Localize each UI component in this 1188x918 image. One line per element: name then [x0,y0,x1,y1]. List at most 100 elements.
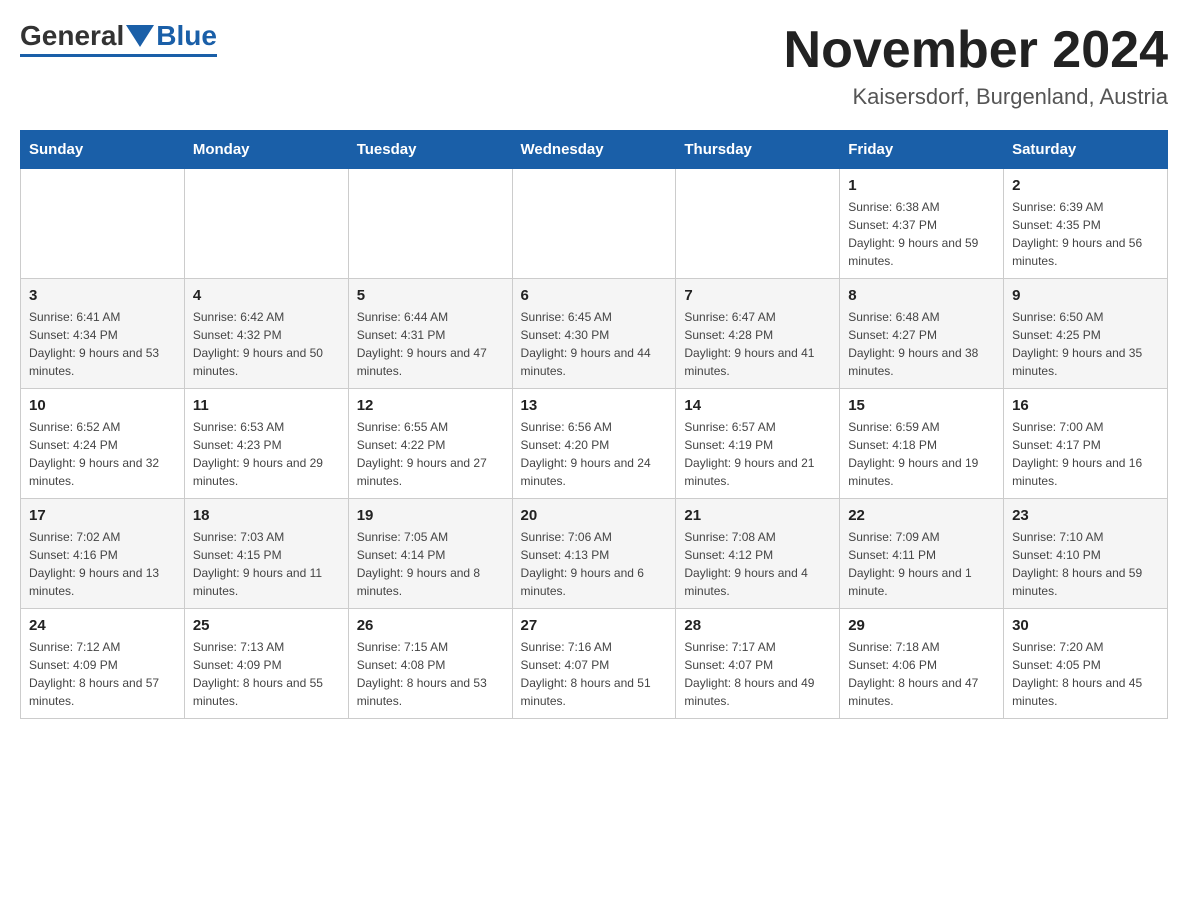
day-number: 8 [848,287,995,304]
header-thursday: Thursday [676,131,840,169]
day-info: Sunrise: 7:05 AMSunset: 4:14 PMDaylight:… [357,528,504,600]
calendar-cell-w2-d3: 6 Sunrise: 6:45 AMSunset: 4:30 PMDaylight… [512,279,676,389]
day-number: 26 [357,617,504,634]
calendar-cell-w5-d0: 24Sunrise: 7:12 AMSunset: 4:09 PMDayligh… [21,609,185,719]
header-friday: Friday [840,131,1004,169]
day-info: Sunrise: 6:44 AMSunset: 4:31 PMDaylight:… [357,308,504,380]
calendar-cell-w3-d0: 10Sunrise: 6:52 AMSunset: 4:24 PMDayligh… [21,389,185,499]
day-number: 18 [193,507,340,524]
day-info: Sunrise: 7:10 AMSunset: 4:10 PMDaylight:… [1012,528,1159,600]
day-info: Sunrise: 7:16 AMSunset: 4:07 PMDaylight:… [521,638,668,710]
day-number: 14 [684,397,831,414]
day-info: Sunrise: 6:47 AMSunset: 4:28 PMDaylight:… [684,308,831,380]
calendar-cell-w2-d0: 3Sunrise: 6:41 AMSunset: 4:34 PMDaylight… [21,279,185,389]
calendar-cell-w2-d5: 8 Sunrise: 6:48 AMSunset: 4:27 PMDaylight… [840,279,1004,389]
calendar-cell-w2-d4: 7 Sunrise: 6:47 AMSunset: 4:28 PMDaylight… [676,279,840,389]
calendar-cell-w4-d3: 20Sunrise: 7:06 AMSunset: 4:13 PMDayligh… [512,499,676,609]
day-number: 15 [848,397,995,414]
calendar-cell-w3-d2: 12 Sunrise: 6:55 AMSunset: 4:22 PMDayligh… [348,389,512,499]
week-row-5: 24Sunrise: 7:12 AMSunset: 4:09 PMDayligh… [21,609,1168,719]
calendar-cell-w4-d4: 21Sunrise: 7:08 AMSunset: 4:12 PMDayligh… [676,499,840,609]
calendar-cell-w1-d3 [512,169,676,279]
calendar-cell-w2-d1: 4 Sunrise: 6:42 AMSunset: 4:32 PMDaylight… [184,279,348,389]
day-number: 9 [1012,287,1159,304]
calendar-cell-w3-d3: 13 Sunrise: 6:56 AMSunset: 4:20 PMDayligh… [512,389,676,499]
calendar-cell-w2-d2: 5 Sunrise: 6:44 AMSunset: 4:31 PMDaylight… [348,279,512,389]
day-number: 4 [193,287,340,304]
logo-blue-text: Blue [156,20,217,52]
day-info: Sunrise: 6:39 AMSunset: 4:35 PMDaylight:… [1012,198,1159,270]
day-info: Sunrise: 7:20 AMSunset: 4:05 PMDaylight:… [1012,638,1159,710]
calendar-cell-w4-d6: 23Sunrise: 7:10 AMSunset: 4:10 PMDayligh… [1004,499,1168,609]
calendar-cell-w4-d1: 18Sunrise: 7:03 AMSunset: 4:15 PMDayligh… [184,499,348,609]
calendar-cell-w5-d6: 30 Sunrise: 7:20 AMSunset: 4:05 PMDayligh… [1004,609,1168,719]
calendar-table: Sunday Monday Tuesday Wednesday Thursday… [20,130,1168,719]
calendar-cell-w1-d2 [348,169,512,279]
day-info: Sunrise: 6:53 AMSunset: 4:23 PMDaylight:… [193,418,340,490]
calendar-cell-w4-d0: 17Sunrise: 7:02 AMSunset: 4:16 PMDayligh… [21,499,185,609]
day-number: 7 [684,287,831,304]
day-number: 22 [848,507,995,524]
page-header: General Blue November 2024 Kaisersdorf, … [20,20,1168,110]
location-title: Kaisersdorf, Burgenland, Austria [784,84,1168,110]
day-number: 12 [357,397,504,414]
week-row-3: 10Sunrise: 6:52 AMSunset: 4:24 PMDayligh… [21,389,1168,499]
calendar-cell-w5-d1: 25Sunrise: 7:13 AMSunset: 4:09 PMDayligh… [184,609,348,719]
weekday-header-row: Sunday Monday Tuesday Wednesday Thursday… [21,131,1168,169]
day-info: Sunrise: 6:55 AMSunset: 4:22 PMDaylight:… [357,418,504,490]
calendar-cell-w4-d2: 19 Sunrise: 7:05 AMSunset: 4:14 PMDayligh… [348,499,512,609]
day-number: 3 [29,287,176,304]
day-number: 6 [521,287,668,304]
day-number: 24 [29,617,176,634]
day-number: 19 [357,507,504,524]
calendar-cell-w2-d6: 9 Sunrise: 6:50 AMSunset: 4:25 PMDaylight… [1004,279,1168,389]
day-number: 28 [684,617,831,634]
week-row-4: 17Sunrise: 7:02 AMSunset: 4:16 PMDayligh… [21,499,1168,609]
calendar-cell-w1-d0 [21,169,185,279]
day-number: 29 [848,617,995,634]
calendar-cell-w5-d4: 28 Sunrise: 7:17 AMSunset: 4:07 PMDayligh… [676,609,840,719]
calendar-cell-w1-d5: 1 Sunrise: 6:38 AMSunset: 4:37 PMDaylight… [840,169,1004,279]
header-saturday: Saturday [1004,131,1168,169]
day-number: 10 [29,397,176,414]
calendar-cell-w5-d3: 27 Sunrise: 7:16 AMSunset: 4:07 PMDayligh… [512,609,676,719]
header-wednesday: Wednesday [512,131,676,169]
day-info: Sunrise: 6:45 AMSunset: 4:30 PMDaylight:… [521,308,668,380]
day-number: 16 [1012,397,1159,414]
calendar-cell-w3-d1: 11 Sunrise: 6:53 AMSunset: 4:23 PMDayligh… [184,389,348,499]
calendar-cell-w1-d4 [676,169,840,279]
logo-general-text: General [20,20,124,52]
calendar-cell-w3-d6: 16Sunrise: 7:00 AMSunset: 4:17 PMDayligh… [1004,389,1168,499]
day-number: 5 [357,287,504,304]
day-info: Sunrise: 6:38 AMSunset: 4:37 PMDaylight:… [848,198,995,270]
day-number: 2 [1012,177,1159,194]
day-info: Sunrise: 7:09 AMSunset: 4:11 PMDaylight:… [848,528,995,600]
title-area: November 2024 Kaisersdorf, Burgenland, A… [784,20,1168,110]
day-info: Sunrise: 7:13 AMSunset: 4:09 PMDaylight:… [193,638,340,710]
day-info: Sunrise: 6:50 AMSunset: 4:25 PMDaylight:… [1012,308,1159,380]
day-info: Sunrise: 6:57 AMSunset: 4:19 PMDaylight:… [684,418,831,490]
day-number: 1 [848,177,995,194]
day-info: Sunrise: 7:06 AMSunset: 4:13 PMDaylight:… [521,528,668,600]
day-number: 21 [684,507,831,524]
day-info: Sunrise: 6:56 AMSunset: 4:20 PMDaylight:… [521,418,668,490]
day-number: 11 [193,397,340,414]
logo-underline [20,54,217,57]
day-info: Sunrise: 7:15 AMSunset: 4:08 PMDaylight:… [357,638,504,710]
day-info: Sunrise: 6:42 AMSunset: 4:32 PMDaylight:… [193,308,340,380]
calendar-cell-w1-d1 [184,169,348,279]
day-info: Sunrise: 6:48 AMSunset: 4:27 PMDaylight:… [848,308,995,380]
week-row-2: 3Sunrise: 6:41 AMSunset: 4:34 PMDaylight… [21,279,1168,389]
day-number: 13 [521,397,668,414]
month-title: November 2024 [784,20,1168,80]
day-info: Sunrise: 7:17 AMSunset: 4:07 PMDaylight:… [684,638,831,710]
calendar-cell-w3-d4: 14 Sunrise: 6:57 AMSunset: 4:19 PMDayligh… [676,389,840,499]
day-info: Sunrise: 7:18 AMSunset: 4:06 PMDaylight:… [848,638,995,710]
week-row-1: 1 Sunrise: 6:38 AMSunset: 4:37 PMDaylight… [21,169,1168,279]
calendar-cell-w5-d5: 29 Sunrise: 7:18 AMSunset: 4:06 PMDayligh… [840,609,1004,719]
day-number: 30 [1012,617,1159,634]
day-number: 17 [29,507,176,524]
day-number: 27 [521,617,668,634]
header-tuesday: Tuesday [348,131,512,169]
calendar-cell-w4-d5: 22 Sunrise: 7:09 AMSunset: 4:11 PMDayligh… [840,499,1004,609]
